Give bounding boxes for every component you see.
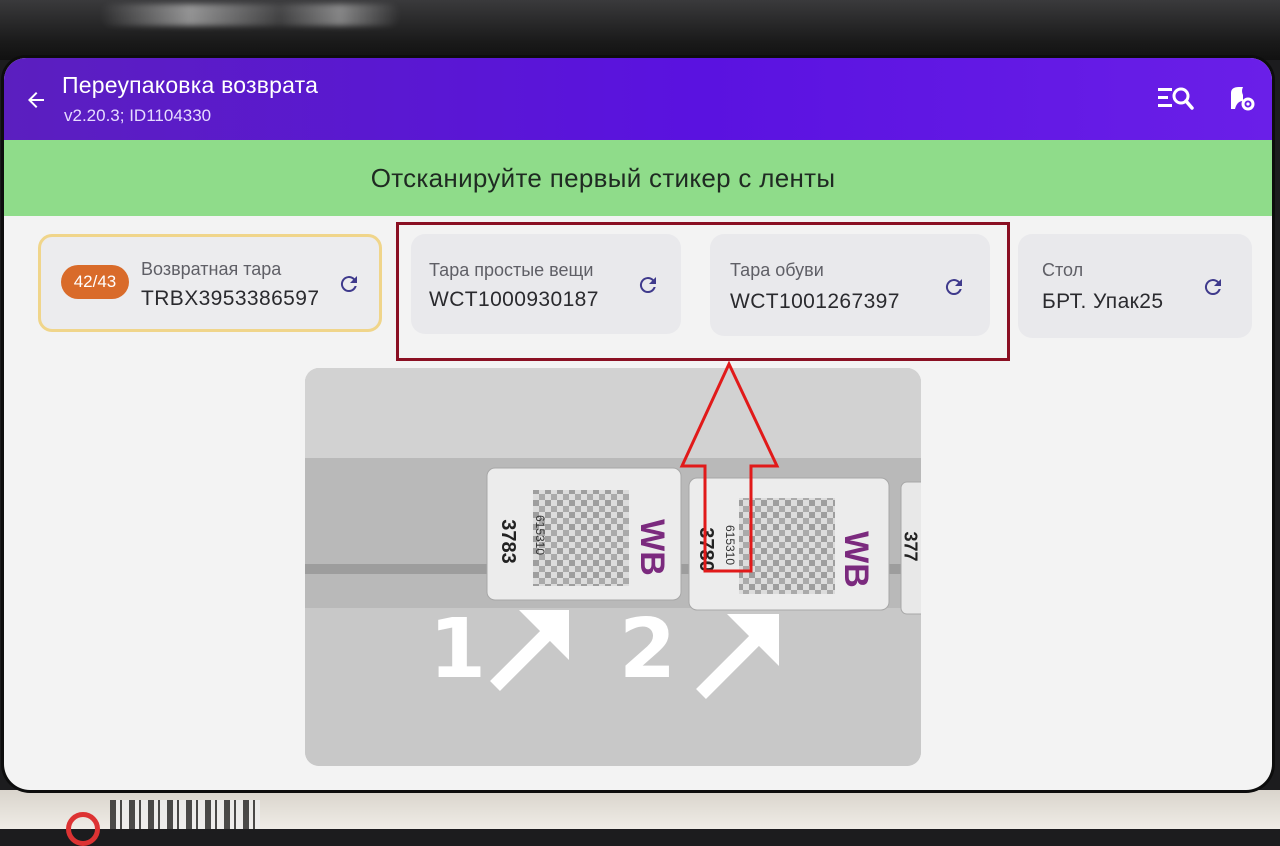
refresh-button[interactable] bbox=[1198, 272, 1228, 302]
sticker-tape-photo: 615310 3783 WB 615310 3780 WB 377 1 2 bbox=[305, 368, 921, 766]
progress-badge: 42/43 bbox=[61, 265, 129, 299]
sticker-1-brand: WB bbox=[632, 519, 671, 576]
tape-illustration bbox=[305, 368, 921, 766]
card-value: TRBX3953386597 bbox=[141, 287, 320, 310]
refresh-button[interactable] bbox=[633, 270, 663, 300]
refresh-button[interactable] bbox=[939, 272, 969, 302]
page-title: Переупаковка возврата bbox=[62, 72, 319, 98]
refresh-icon bbox=[945, 279, 962, 296]
instruction-banner: Отсканируйте первый стикер с ленты bbox=[4, 140, 1272, 216]
sticker-2-brand: WB bbox=[836, 531, 875, 588]
simple-items-container-card[interactable]: Тара простые вещи WCT1000930187 bbox=[411, 234, 681, 334]
desk-qr-label bbox=[110, 800, 260, 829]
sticker-3-number: 377 bbox=[900, 531, 921, 562]
refresh-icon bbox=[340, 276, 357, 293]
sticker-1-code: 615310 bbox=[533, 514, 548, 556]
search-list-button[interactable] bbox=[1154, 76, 1198, 120]
app-version: v2.20.3; ID1104330 bbox=[64, 106, 212, 125]
sticker-1-number: 3783 bbox=[496, 519, 519, 564]
bezel-glare bbox=[100, 4, 400, 26]
card-value: WCT1001267397 bbox=[730, 290, 900, 313]
sticker-2-code: 615310 bbox=[723, 524, 738, 566]
step-number-1: 1 bbox=[429, 602, 487, 697]
diagonal-arrow-icon bbox=[696, 614, 779, 699]
step-number-2: 2 bbox=[619, 602, 677, 697]
card-label: Возвратная тара bbox=[141, 259, 282, 279]
sticker-2-number: 3780 bbox=[694, 527, 717, 572]
user-settings-icon bbox=[1231, 87, 1255, 111]
card-value: WCT1000930187 bbox=[429, 288, 599, 311]
desk-red-sticker bbox=[66, 812, 100, 846]
card-value: БРТ. Упак25 bbox=[1042, 290, 1164, 313]
card-label: Стол bbox=[1042, 260, 1084, 280]
refresh-button[interactable] bbox=[334, 269, 364, 299]
tablet-screen: Переупаковка возврата v2.20.3; ID1104330… bbox=[4, 58, 1272, 790]
settings-button[interactable] bbox=[1220, 76, 1264, 120]
card-label: Тара простые вещи bbox=[429, 260, 594, 280]
card-label: Тара обуви bbox=[730, 260, 824, 280]
refresh-icon bbox=[1204, 279, 1221, 296]
table-card[interactable]: Стол БРТ. Упак25 bbox=[1018, 234, 1252, 338]
return-container-card[interactable]: 42/43 Возвратная тара TRBX3953386597 bbox=[38, 234, 382, 332]
back-button[interactable] bbox=[18, 82, 54, 118]
diagonal-arrow-icon bbox=[490, 610, 569, 691]
list-search-icon bbox=[1158, 87, 1194, 110]
app-bar: Переупаковка возврата v2.20.3; ID1104330 bbox=[4, 58, 1272, 140]
arrow-left-icon bbox=[28, 92, 44, 108]
instruction-text: Отсканируйте первый стикер с ленты bbox=[370, 162, 836, 193]
refresh-icon bbox=[639, 277, 656, 294]
shoes-container-card[interactable]: Тара обуви WCT1001267397 bbox=[710, 234, 990, 336]
